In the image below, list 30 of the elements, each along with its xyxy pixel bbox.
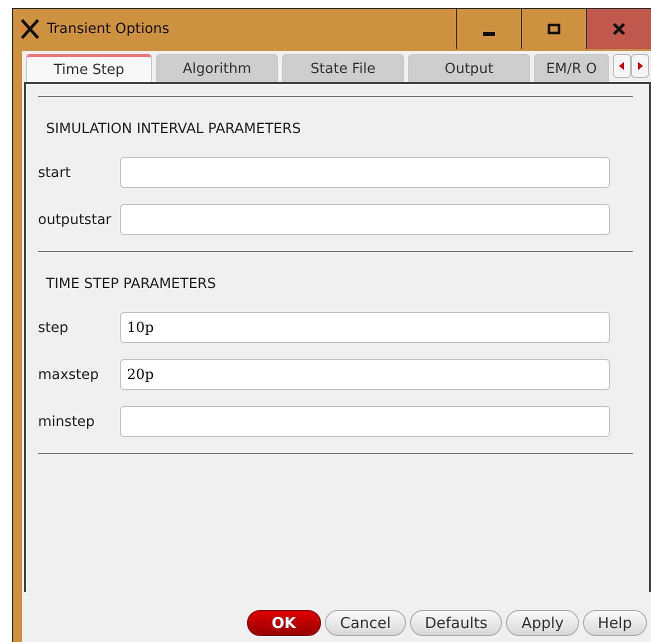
- scroll-left-icon[interactable]: [613, 54, 631, 78]
- input-field[interactable]: 20p: [120, 359, 610, 390]
- input-field[interactable]: [120, 204, 610, 235]
- section-heading: TIME STEP PARAMETERS: [46, 276, 218, 292]
- scroll-right-icon[interactable]: [631, 54, 649, 78]
- input-field[interactable]: 10p: [120, 312, 610, 343]
- maximize-icon: [547, 23, 561, 35]
- ok-button[interactable]: OK: [246, 610, 321, 636]
- field-label: minstep: [38, 414, 96, 430]
- section-heading: SIMULATION INTERVAL PARAMETERS: [46, 121, 302, 137]
- tab[interactable]: Algorithm: [156, 54, 278, 82]
- window-title: Transient Options: [47, 21, 170, 37]
- field-label: step: [38, 320, 70, 336]
- close-icon: [612, 22, 626, 36]
- tab[interactable]: EM/R O: [534, 54, 609, 82]
- field-label: outputstar: [38, 212, 112, 228]
- tab[interactable]: Time Step: [26, 54, 152, 82]
- tab[interactable]: State File: [282, 54, 404, 82]
- input-field[interactable]: [120, 157, 610, 188]
- dialog-button[interactable]: Cancel: [324, 610, 406, 636]
- close-button[interactable]: [586, 9, 651, 49]
- dialog-button[interactable]: Defaults: [410, 610, 502, 636]
- tab[interactable]: Output: [408, 54, 530, 82]
- input-field[interactable]: [120, 406, 610, 437]
- x-logo-icon: [19, 18, 41, 40]
- dialog-button[interactable]: Apply: [506, 610, 579, 636]
- field-label: maxstep: [38, 366, 100, 382]
- minimize-icon: [483, 32, 495, 36]
- dialog-button[interactable]: Help: [582, 610, 647, 636]
- field-label: start: [38, 164, 72, 180]
